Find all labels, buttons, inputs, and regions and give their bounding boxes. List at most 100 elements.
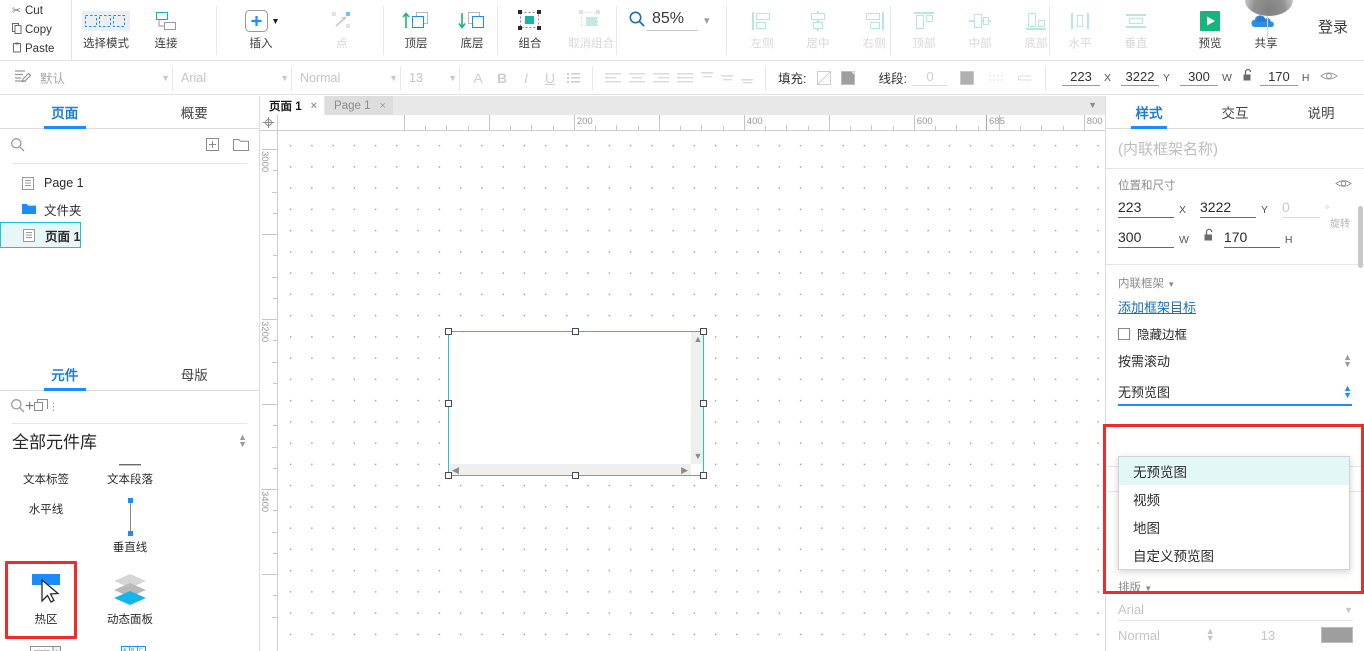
tab-masters[interactable]: 母版 [130,358,260,390]
dropdown-option[interactable]: 地图 [1119,513,1349,541]
line-color-button[interactable] [955,66,979,90]
style-paint-icon[interactable] [14,68,32,87]
widget-repeater[interactable]: ABC 123 中继器 [88,633,172,651]
align-center-button[interactable] [625,66,649,90]
resize-handle-se[interactable] [700,472,707,479]
scroll-right-arrow-icon[interactable]: ▶ [681,466,688,475]
visibility-icon[interactable] [1335,178,1352,192]
resize-handle-ne[interactable] [700,328,707,335]
tab-pages[interactable]: 页面 [0,96,130,128]
widget-text-label[interactable]: 文本标签 [4,459,88,489]
chevron-down-icon[interactable]: ▼ [1167,280,1175,289]
iframe-vertical-scrollbar[interactable]: ▲ ▼ [691,332,703,464]
dropdown-option[interactable]: 自定义预览图 [1119,541,1349,569]
resize-handle-w[interactable] [445,400,452,407]
align-justify-button[interactable] [673,66,697,90]
close-icon[interactable]: × [379,100,385,112]
typography-header[interactable]: 排版 ▼ [1106,579,1364,599]
library-header[interactable]: 全部元件库 ▲ ▼ [0,424,259,459]
preview-select[interactable]: 无预览图 ▲ ▼ [1118,382,1352,406]
chevron-updown-icon[interactable]: ▲ ▼ [1343,352,1352,368]
scroll-down-arrow-icon[interactable]: ▼ [694,452,703,461]
toolbar-group[interactable]: 组合 [502,0,558,58]
resize-handle-e[interactable] [700,400,707,407]
search-icon[interactable] [10,137,25,155]
right-panel-scrollbar-thumb[interactable] [1358,206,1363,268]
bold-button[interactable]: B [490,66,514,90]
preview-type-dropdown[interactable]: 无预览图 视频 地图 自定义预览图 [1118,456,1350,570]
fill-color-button[interactable] [836,66,860,90]
tab-outline[interactable]: 概要 [130,96,260,128]
font-weight-select[interactable]: Normal ▼ [300,68,398,88]
tab-style[interactable]: 样式 [1106,96,1192,128]
widget-name-input[interactable]: (内联框架名称) [1106,129,1364,169]
resize-handle-s[interactable] [572,472,579,479]
font-family-select[interactable]: Arial ▼ [1118,599,1353,621]
chevron-down-icon[interactable]: ▾ [704,14,710,27]
tab-widgets[interactable]: 元件 [0,358,130,390]
zoom-value[interactable]: 85% [646,10,698,31]
resize-handle-n[interactable] [572,328,579,335]
zoom-control[interactable]: 85% ▾ [628,10,710,31]
w-input[interactable]: 300 [1180,69,1218,86]
search-icon[interactable] [10,398,25,416]
copy-button[interactable]: Copy [0,20,71,39]
valign-middle-button[interactable] [717,66,737,90]
align-right-button[interactable] [649,66,673,90]
add-page-icon[interactable] [206,138,219,154]
style-select[interactable]: 默认 ▼ [40,68,170,88]
fill-none-button[interactable] [812,66,836,90]
login-button[interactable]: 登录 [1318,16,1348,37]
underline-button[interactable]: U [538,66,562,90]
hide-border-checkbox-row[interactable]: 隐藏边框 [1106,322,1364,351]
chevron-down-icon[interactable]: ▼ [1088,100,1097,110]
dropdown-option[interactable]: 视频 [1119,485,1349,513]
font-family-select[interactable]: Arial ▼ [181,68,289,88]
paste-button[interactable]: Paste [0,39,71,58]
widget-hotspot[interactable]: 热区 [4,561,88,633]
canvas-tab-page1-zh[interactable]: 页面 1 × [260,96,325,115]
duplicate-icon[interactable] [34,399,49,415]
dropdown-option[interactable]: 无预览图 [1119,457,1349,485]
x-input[interactable]: 223 [1118,199,1174,218]
widget-vertical-line[interactable]: 垂直线 [88,489,172,561]
valign-top-button[interactable] [697,66,717,90]
rotation-input[interactable]: 0 [1282,199,1321,218]
scroll-left-arrow-icon[interactable]: ◀ [452,466,459,475]
unlock-icon[interactable] [1203,228,1216,245]
canvas-tab-page1-en[interactable]: Page 1 × [325,96,393,115]
tab-interactions[interactable]: 交互 [1192,96,1278,128]
resize-handle-nw[interactable] [445,328,452,335]
bullet-list-button[interactable] [562,66,586,90]
valign-bottom-button[interactable] [737,66,757,90]
font-color-swatch[interactable] [1320,627,1353,643]
scroll-up-arrow-icon[interactable]: ▲ [694,335,703,344]
unlock-icon[interactable] [1242,68,1254,85]
widget-inline-frame[interactable]: 内联框架 [4,633,88,651]
toolbar-send-to-back[interactable]: 底层 [444,0,500,58]
h-input[interactable]: 170 [1259,69,1298,86]
inline-frame-group-header[interactable]: 内联框架 ▼ [1106,269,1364,295]
tree-item-page1-zh[interactable]: 页面 1 [0,222,82,248]
iframe-horizontal-scrollbar[interactable]: ◀ ▶ [449,464,691,475]
toolbar-insert[interactable]: 插入 [226,0,296,58]
cut-button[interactable]: ✂ Cut [0,1,71,20]
y-input[interactable]: 3222 [1200,199,1257,218]
scroll-select[interactable]: 按需滚动 ▲ ▼ [1118,351,1352,372]
toolbar-connect[interactable]: 连接 [138,0,194,58]
font-weight-value[interactable]: Normal [1118,628,1160,643]
widget-horizontal-line[interactable]: 水平线 [4,489,88,519]
toolbar-preview[interactable]: 预览 [1182,0,1238,58]
widget-text-paragraph[interactable]: 文本段落 [88,459,172,489]
tree-item-page1-en[interactable]: Page 1 [0,170,259,196]
align-left-button[interactable] [601,66,625,90]
font-size-value[interactable]: 13 [1261,628,1275,643]
font-color-button[interactable]: A [466,66,490,90]
y-input[interactable]: 3222 [1120,69,1159,86]
ruler-origin[interactable] [260,115,278,131]
font-size-select[interactable]: 13 ▼ [409,68,457,88]
ruler-vertical[interactable]: 30003200340029 [260,115,278,651]
arrow-style-button[interactable] [1013,66,1037,90]
toolbar-select-mode[interactable]: 选择模式 [78,0,134,58]
h-input[interactable]: 170 [1223,229,1280,248]
